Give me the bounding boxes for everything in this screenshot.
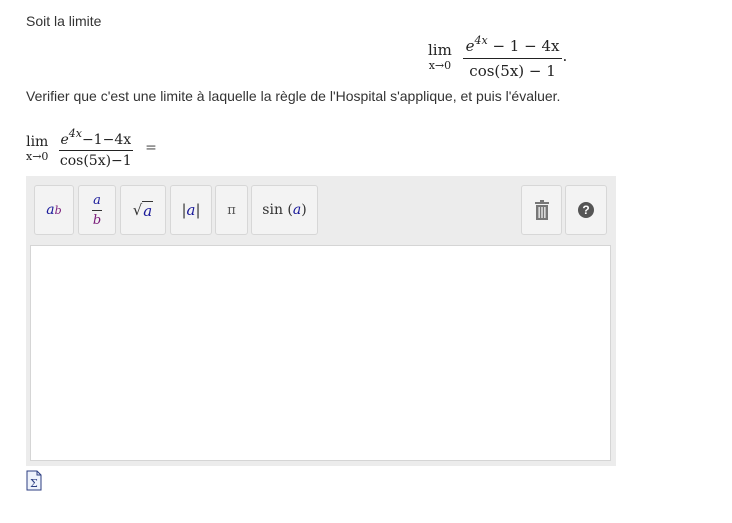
numerator-rest: − 1 − 4x — [487, 37, 560, 55]
help-button[interactable]: ? — [565, 185, 607, 235]
help-icon: ? — [578, 202, 594, 218]
display-fraction: e4x − 1 − 4x cos(5x) − 1 — [462, 34, 563, 80]
display-formula: lim x→0 e4x − 1 − 4x cos(5x) − 1 . — [428, 34, 567, 80]
question-text: Verifier que c'est une limite à laquelle… — [26, 88, 561, 104]
pi-symbol: π — [227, 202, 236, 218]
answer-input-area[interactable] — [30, 245, 611, 461]
fraction-bar — [92, 209, 102, 211]
limit-operator: lim x→0 — [428, 41, 452, 72]
sqrt-button[interactable]: √ a — [120, 185, 166, 235]
fraction-button[interactable]: a b — [78, 185, 116, 235]
sqrt-argument: a — [142, 200, 154, 220]
power-base: a — [46, 202, 55, 218]
pi-button[interactable]: π — [215, 185, 248, 235]
answer-numerator: e4x−1−4x — [58, 127, 133, 151]
sin-close-paren: ) — [301, 202, 307, 218]
answer-lim-subscript: x→0 — [26, 149, 49, 163]
answer-lim-label: lim — [26, 133, 49, 150]
display-numerator: e4x − 1 − 4x — [462, 34, 563, 59]
lim-label: lim — [428, 41, 452, 59]
numerator-base: e — [465, 37, 475, 55]
lim-subscript: x→0 — [428, 59, 452, 72]
answer-numerator-exponent: 4x — [68, 127, 82, 140]
mathml-icon[interactable]: Σ — [26, 470, 42, 491]
fraction-numerator: a — [93, 192, 101, 208]
trash-icon — [534, 200, 549, 220]
svg-text:Σ: Σ — [30, 477, 38, 490]
intro-text: Soit la limite — [26, 13, 102, 29]
sin-label: sin — [262, 202, 283, 218]
clear-button[interactable] — [521, 185, 562, 235]
abs-right-bar: | — [195, 201, 201, 219]
answer-numerator-rest: −1−4x — [81, 132, 132, 148]
math-editor: ab a b √ a | a | π sin (a) ? — [26, 176, 616, 466]
answer-fraction: e4x−1−4x cos(5x)−1 — [58, 127, 133, 169]
sin-button[interactable]: sin (a) — [251, 185, 318, 235]
answer-limit-operator: lim x→0 — [26, 135, 48, 162]
sin-argument: a — [292, 202, 302, 218]
formula-period: . — [562, 47, 568, 65]
power-button[interactable]: ab — [34, 185, 74, 235]
equals-sign: = — [145, 140, 157, 156]
display-denominator: cos(5x) − 1 — [469, 62, 556, 80]
answer-denominator: cos(5x)−1 — [59, 153, 132, 169]
abs-argument: a — [186, 201, 196, 219]
answer-numerator-base: e — [60, 132, 69, 148]
absolute-value-button[interactable]: | a | — [170, 185, 212, 235]
answer-prompt-formula: lim x→0 e4x−1−4x cos(5x)−1 = — [26, 127, 157, 169]
numerator-exponent: 4x — [474, 34, 488, 47]
sqrt-symbol: √ — [132, 201, 143, 219]
fraction-denominator: b — [92, 212, 102, 228]
power-exponent: b — [54, 203, 62, 217]
